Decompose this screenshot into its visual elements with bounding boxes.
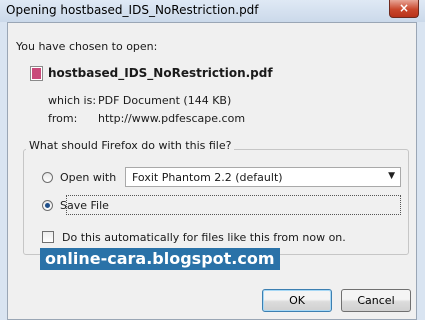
close-icon: × (398, 1, 410, 15)
file-type-value: PDF Document (144 KB) (98, 94, 232, 107)
close-button[interactable]: × (389, 0, 419, 18)
save-file-label[interactable]: Save File (60, 199, 109, 212)
save-file-radio[interactable] (42, 200, 53, 211)
window-title: Opening hostbased_IDS_NoRestriction.pdf (6, 3, 259, 17)
file-name: hostbased_IDS_NoRestriction.pdf (48, 66, 273, 80)
source-url-value: http://www.pdfescape.com (98, 112, 246, 125)
save-file-focus-outline (66, 195, 401, 215)
application-select[interactable]: Foxit Phantom 2.2 (default) ▼ (125, 167, 401, 187)
open-with-label[interactable]: Open with (60, 171, 116, 184)
cancel-button[interactable]: Cancel (341, 289, 411, 312)
auto-action-checkbox[interactable] (42, 231, 54, 243)
auto-action-label[interactable]: Do this automatically for files like thi… (62, 231, 346, 244)
from-label: from: (48, 112, 78, 125)
selected-application: Foxit Phantom 2.2 (default) (132, 171, 283, 184)
radio-selected-dot (45, 203, 50, 208)
ok-button[interactable]: OK (262, 289, 332, 312)
open-with-radio[interactable] (42, 172, 53, 183)
dialog-body: You have chosen to open: hostbased_IDS_N… (7, 22, 417, 320)
watermark-text: online-cara.blogspot.com (40, 248, 280, 270)
action-question: What should Firefox do with this file? (26, 139, 235, 152)
pdf-file-icon (30, 66, 43, 81)
title-bar: Opening hostbased_IDS_NoRestriction.pdf … (0, 0, 425, 22)
intro-text: You have chosen to open: (16, 40, 158, 53)
chevron-down-icon: ▼ (388, 171, 395, 181)
which-is-label: which is: (48, 94, 97, 107)
